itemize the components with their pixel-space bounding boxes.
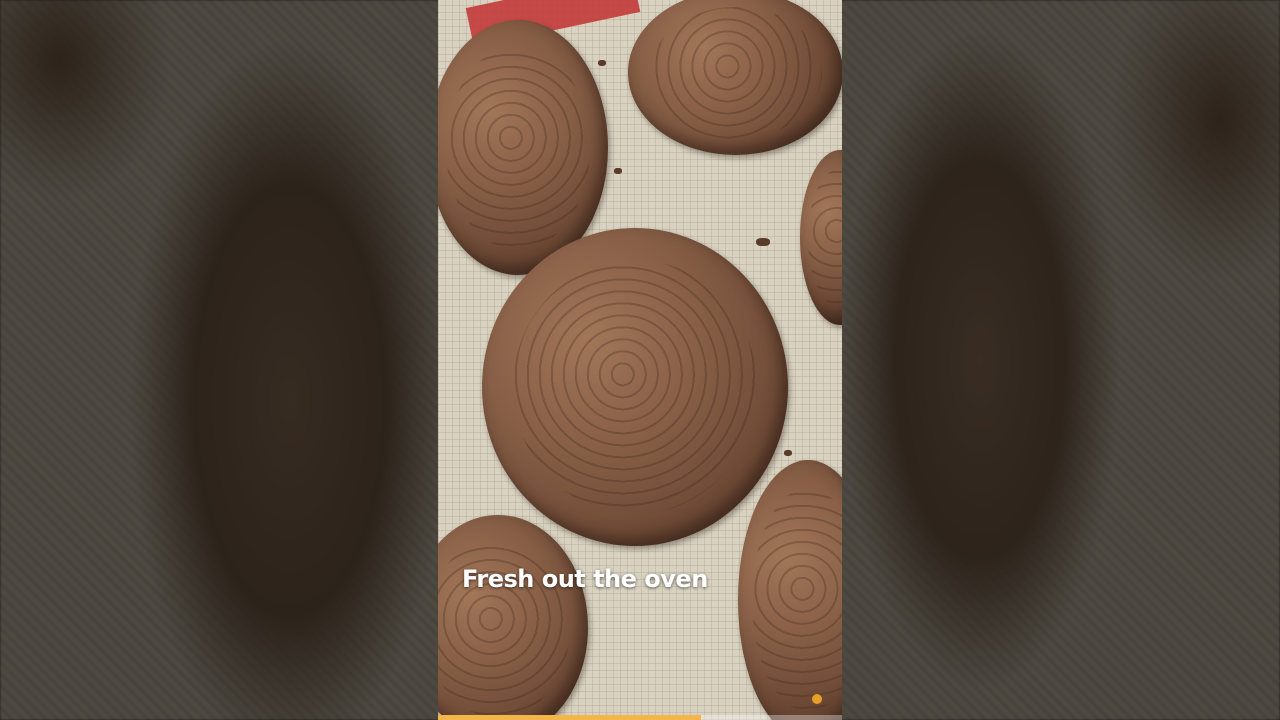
crumb xyxy=(614,168,622,174)
playback-progress-bar[interactable] xyxy=(438,715,842,720)
cookie-right-edge xyxy=(800,150,842,325)
video-stage: Fresh out the oven xyxy=(0,0,1280,720)
video-frame[interactable] xyxy=(438,0,842,720)
crumb xyxy=(784,450,792,456)
cookie-bottom-right xyxy=(738,460,842,720)
crumb xyxy=(598,60,606,66)
video-caption: Fresh out the oven xyxy=(462,565,708,593)
cookie-bottom-left xyxy=(438,515,588,720)
crumb xyxy=(756,238,770,246)
progress-indicator-dot xyxy=(812,694,822,704)
playback-progress-fill xyxy=(438,715,701,720)
cookie-top-right xyxy=(628,0,842,155)
cookie-center xyxy=(482,228,788,546)
